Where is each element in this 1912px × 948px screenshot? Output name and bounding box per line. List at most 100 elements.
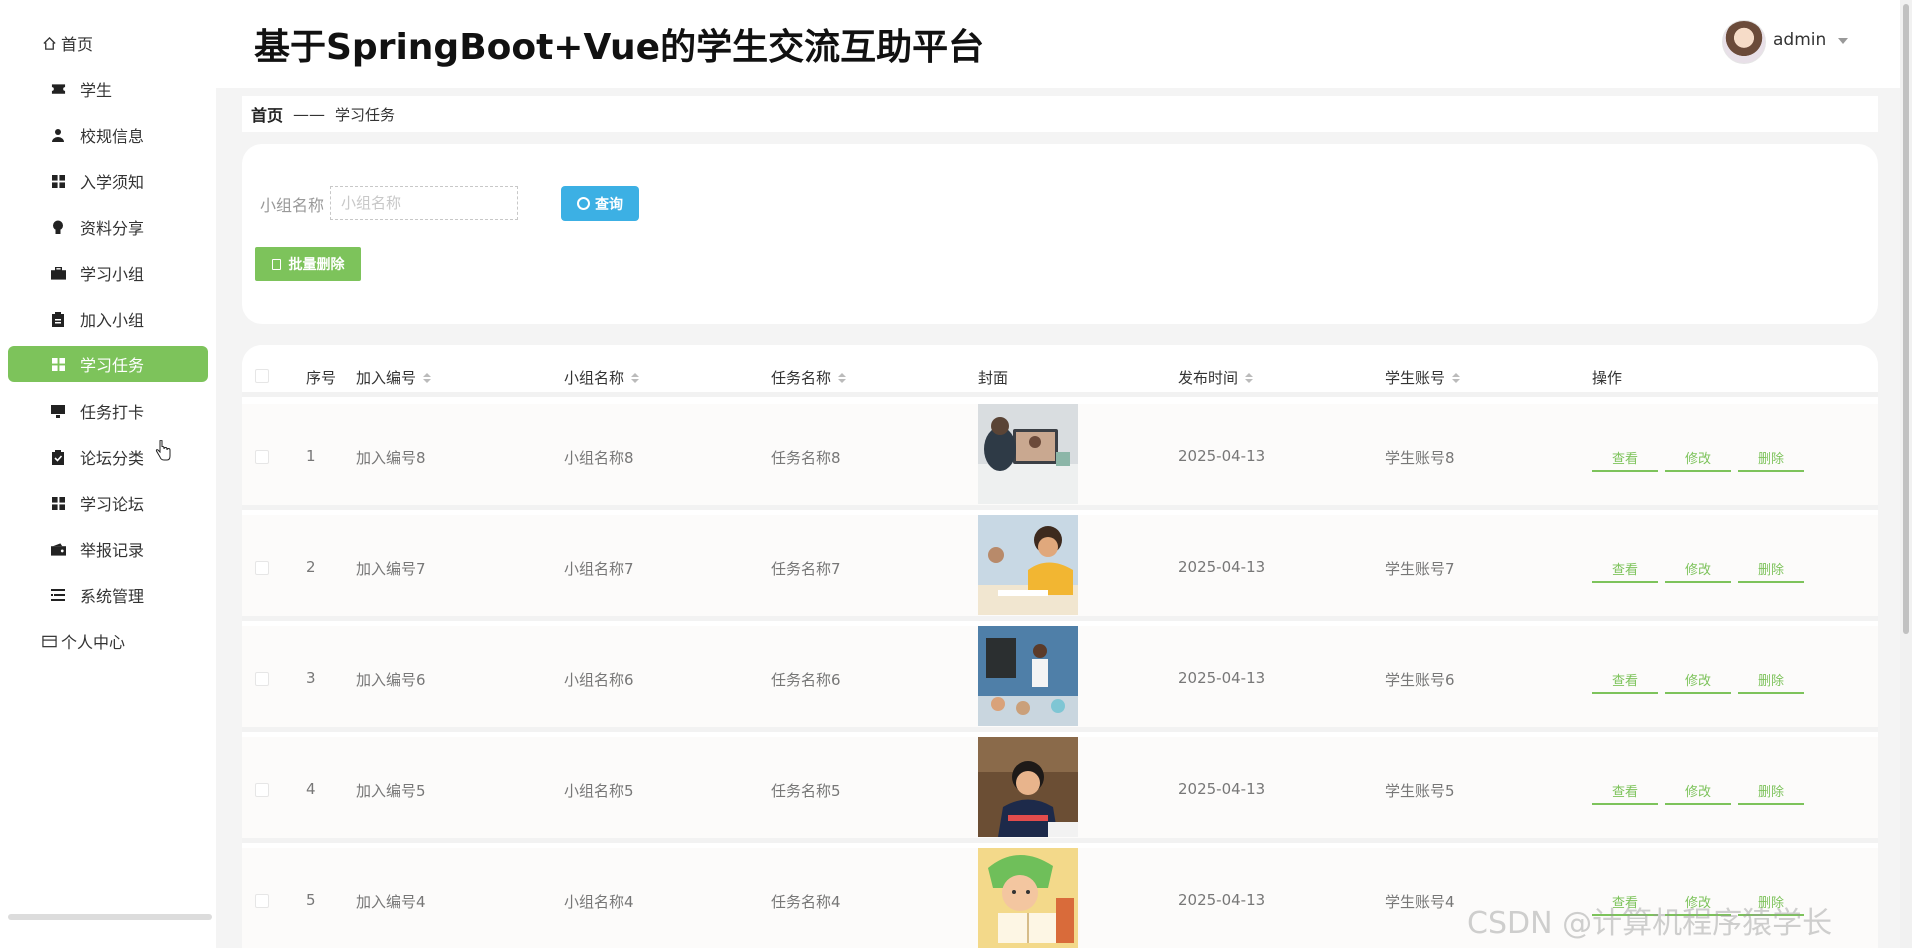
select-all-checkbox[interactable] (255, 369, 269, 383)
sidebar-item-label: 加入小组 (80, 311, 145, 330)
delete-button[interactable]: 删除 (1738, 555, 1804, 583)
table-row: 3 加入编号6 小组名称6 任务名称6 2025-04-13 学生账号6 查看 … (242, 626, 1878, 732)
cell-group-name: 小组名称7 (564, 560, 634, 578)
col-student-account[interactable]: 学生账号 (1385, 367, 1461, 388)
view-button[interactable]: 查看 (1592, 666, 1658, 694)
top-header: 基于SpringBoot+Vue的学生交流互助平台 admin (216, 0, 1912, 88)
row-checkbox[interactable] (255, 672, 269, 686)
sidebar-item-forum-category[interactable]: 论坛分类 (8, 439, 208, 475)
breadcrumb: 首页 —— 学习任务 (242, 96, 1878, 132)
row-checkbox[interactable] (255, 894, 269, 908)
cell-task-name: 任务名称8 (771, 449, 841, 467)
cover-image[interactable] (978, 626, 1078, 726)
cell-task-name: 任务名称5 (771, 782, 841, 800)
cell-join-no: 加入编号6 (356, 671, 426, 689)
cover-image[interactable] (978, 737, 1078, 837)
cell-publish-time: 2025-04-13 (1178, 558, 1266, 576)
monitor-icon (50, 403, 66, 419)
view-button[interactable]: 查看 (1592, 444, 1658, 472)
cell-student-account: 学生账号5 (1385, 782, 1455, 800)
sidebar-item-personal-center[interactable]: 个人中心 (8, 623, 208, 659)
table-row: 4 加入编号5 小组名称5 任务名称5 2025-04-13 学生账号5 查看 … (242, 737, 1878, 843)
breadcrumb-current: 学习任务 (335, 105, 396, 124)
trash-icon (271, 258, 281, 270)
sidebar-item-study-tasks[interactable]: 学习任务 (8, 346, 208, 382)
sidebar-item-study-forum[interactable]: 学习论坛 (8, 485, 208, 521)
cell-join-no: 加入编号8 (356, 449, 426, 467)
sidebar-item-label: 学生 (80, 81, 113, 100)
sidebar-item-task-checkin[interactable]: 任务打卡 (8, 393, 208, 429)
sidebar-item-label: 学习小组 (80, 265, 145, 284)
sidebar-item-system-management[interactable]: 系统管理 (8, 577, 208, 613)
col-group-name[interactable]: 小组名称 (564, 367, 640, 388)
query-button[interactable]: 查询 (561, 186, 639, 221)
breadcrumb-home[interactable]: 首页 (251, 102, 283, 126)
sidebar-item-label: 校规信息 (80, 127, 145, 146)
sidebar-item-label: 入学须知 (80, 173, 145, 192)
sidebar-scrollbar[interactable] (8, 914, 212, 920)
view-button[interactable]: 查看 (1592, 555, 1658, 583)
cover-image[interactable] (978, 515, 1078, 615)
hand-cursor-icon (155, 439, 171, 466)
sidebar-item-school-rules[interactable]: 校规信息 (8, 117, 208, 153)
sidebar-item-home[interactable]: 首页 (8, 25, 208, 61)
delete-button[interactable]: 删除 (1738, 666, 1804, 694)
sidebar: 首页 学生 校规信息 入学须知 资料分享 学习小组 加入小组 学习任务 任务打卡… (0, 0, 216, 948)
cell-student-account: 学生账号4 (1385, 893, 1455, 911)
user-icon (50, 127, 66, 143)
cell-task-name: 任务名称6 (771, 671, 841, 689)
batch-delete-button[interactable]: 批量删除 (255, 247, 361, 281)
page-scrollbar[interactable] (1900, 0, 1912, 948)
table-row: 2 加入编号7 小组名称7 任务名称7 2025-04-13 学生账号7 查看 … (242, 515, 1878, 621)
cell-student-account: 学生账号7 (1385, 560, 1455, 578)
grid-icon (50, 356, 66, 372)
breadcrumb-separator: —— (293, 104, 326, 124)
avatar[interactable] (1722, 20, 1766, 64)
row-checkbox[interactable] (255, 783, 269, 797)
sidebar-item-label: 学习论坛 (80, 495, 145, 514)
delete-button[interactable]: 删除 (1738, 444, 1804, 472)
table-row: 1 加入编号8 小组名称8 任务名称8 2025-04-13 学生账号8 查看 … (242, 404, 1878, 510)
edit-button[interactable]: 修改 (1665, 444, 1731, 472)
edit-button[interactable]: 修改 (1665, 666, 1731, 694)
cell-index: 2 (306, 558, 316, 576)
list-icon (50, 587, 66, 603)
edit-button[interactable]: 修改 (1665, 555, 1731, 583)
user-name[interactable]: admin (1773, 30, 1826, 50)
delete-button[interactable]: 删除 (1738, 777, 1804, 805)
checklist-icon (50, 449, 66, 465)
sidebar-item-report-records[interactable]: 举报记录 (8, 531, 208, 567)
cover-image[interactable] (978, 404, 1078, 504)
sort-icon[interactable] (1452, 372, 1461, 383)
col-task-name[interactable]: 任务名称 (771, 367, 847, 388)
cover-image[interactable] (978, 848, 1078, 948)
sidebar-item-label: 首页 (61, 35, 94, 54)
sort-icon[interactable] (1245, 372, 1254, 383)
row-checkbox[interactable] (255, 450, 269, 464)
cell-index: 3 (306, 669, 316, 687)
cell-group-name: 小组名称6 (564, 671, 634, 689)
caret-down-icon[interactable] (1838, 38, 1848, 44)
sidebar-item-join-group[interactable]: 加入小组 (8, 301, 208, 337)
table-header: 序号 加入编号 小组名称 任务名称 封面 发布时间 学生账号 操作 (242, 345, 1878, 397)
sidebar-item-label: 学习任务 (80, 356, 145, 375)
sidebar-item-admission-notice[interactable]: 入学须知 (8, 163, 208, 199)
sidebar-item-students[interactable]: 学生 (8, 71, 208, 107)
col-join-no[interactable]: 加入编号 (356, 367, 432, 388)
sort-icon[interactable] (423, 372, 432, 383)
group-name-label: 小组名称 (260, 196, 325, 215)
sidebar-item-study-group[interactable]: 学习小组 (8, 255, 208, 291)
col-publish-time[interactable]: 发布时间 (1178, 367, 1254, 388)
sidebar-item-label: 资料分享 (80, 219, 145, 238)
page-scrollbar-thumb[interactable] (1903, 4, 1909, 634)
cell-publish-time: 2025-04-13 (1178, 447, 1266, 465)
view-button[interactable]: 查看 (1592, 777, 1658, 805)
sidebar-item-resource-share[interactable]: 资料分享 (8, 209, 208, 245)
edit-button[interactable]: 修改 (1665, 777, 1731, 805)
sort-icon[interactable] (838, 372, 847, 383)
sort-icon[interactable] (631, 372, 640, 383)
row-checkbox[interactable] (255, 561, 269, 575)
cell-publish-time: 2025-04-13 (1178, 669, 1266, 687)
bulb-icon (50, 219, 66, 235)
group-name-input[interactable] (330, 186, 518, 220)
